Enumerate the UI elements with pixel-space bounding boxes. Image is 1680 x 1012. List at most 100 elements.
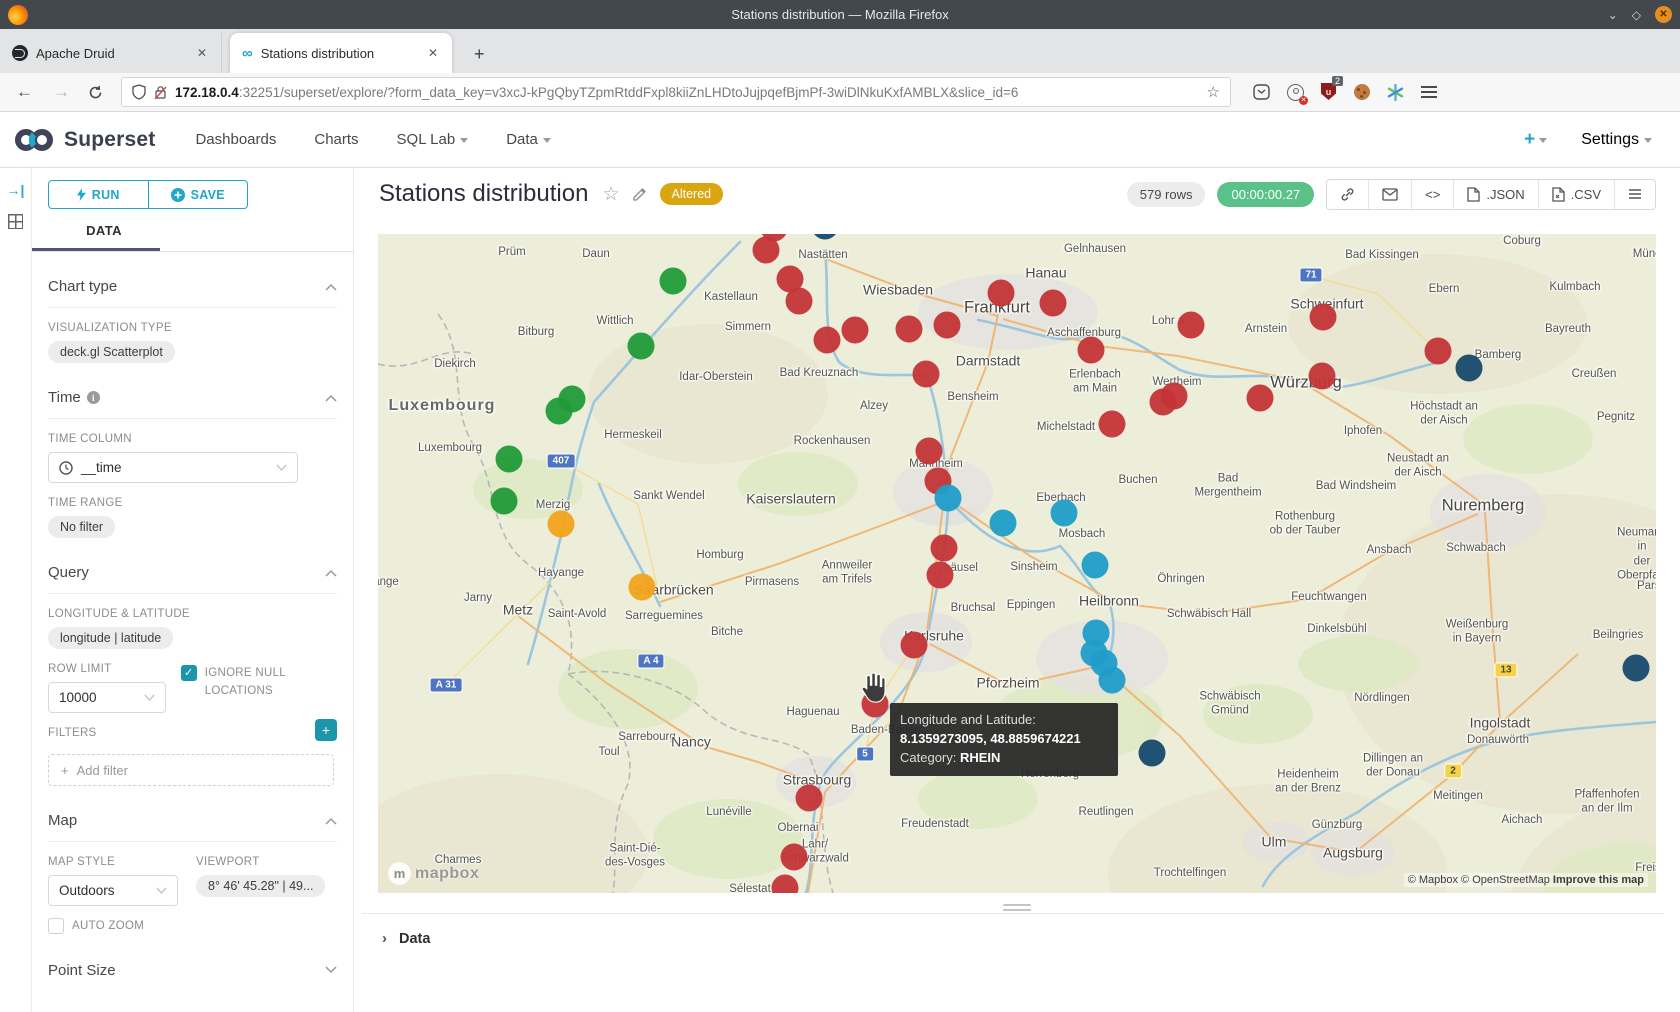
station-point[interactable] [1178,312,1205,339]
add-filter-box[interactable]: + Add filter [48,754,334,786]
bookmark-star-icon[interactable]: ☆ [1207,83,1220,101]
tracking-shield-icon[interactable] [132,84,146,100]
url-text[interactable]: 172.18.0.4:32251/superset/explore/?form_… [175,85,1199,100]
data-panel-toggle[interactable]: › Data [382,930,430,947]
viz-type-value[interactable]: deck.gl Scatterplot [48,341,175,363]
adblock-shield-icon[interactable]: u2 [1321,83,1337,101]
nav-charts[interactable]: Charts [314,131,358,148]
pocket-icon[interactable] [1253,84,1270,100]
nav-sql-lab[interactable]: SQL Lab [397,131,469,148]
station-point[interactable] [1623,655,1650,682]
section-title[interactable]: Time [48,389,81,406]
collapse-panel-icon[interactable]: →| [7,182,25,198]
window-minimize-icon[interactable]: ⌄ [1608,9,1618,21]
time-range-value[interactable]: No filter [48,516,115,538]
station-point[interactable] [916,438,943,465]
url-bar[interactable]: 172.18.0.4:32251/superset/explore/?form_… [121,77,1231,107]
chevron-up-icon[interactable] [325,394,337,402]
station-point[interactable] [1309,363,1336,390]
chevron-down-icon[interactable] [325,966,337,974]
station-point[interactable] [1247,385,1274,412]
station-point[interactable] [934,312,961,339]
add-filter-plus-button[interactable]: + [315,719,337,741]
password-manager-icon[interactable] [1287,84,1304,101]
station-point[interactable] [990,510,1017,537]
station-point[interactable] [1040,290,1067,317]
new-tab-button[interactable]: + [466,44,493,73]
embed-code-button[interactable]: <> [1411,180,1453,209]
station-point[interactable] [753,237,780,264]
chart-menu-button[interactable] [1614,180,1655,209]
station-point[interactable] [913,361,940,388]
section-title[interactable]: Point Size [48,962,116,979]
station-point[interactable] [988,280,1015,307]
station-point[interactable] [546,398,573,425]
station-point[interactable] [814,327,841,354]
station-point[interactable] [1099,411,1126,438]
station-point[interactable] [1456,355,1483,382]
tab-close-icon[interactable]: ✕ [424,44,442,62]
station-point[interactable] [628,333,655,360]
email-button[interactable] [1368,180,1411,209]
tab-close-icon[interactable]: ✕ [193,44,211,62]
station-point[interactable] [629,574,656,601]
auto-zoom-checkbox[interactable] [48,918,64,934]
station-point[interactable] [1310,304,1337,331]
chevron-up-icon[interactable] [325,283,337,291]
time-column-select[interactable]: __time [48,452,298,483]
reload-button[interactable] [88,85,103,100]
station-point[interactable] [896,316,923,343]
station-point[interactable] [931,535,958,562]
lonlat-value[interactable]: longitude | latitude [48,627,173,649]
station-point[interactable] [1150,389,1177,416]
section-title[interactable]: Chart type [48,278,117,295]
window-maximize-icon[interactable]: ◇ [1632,9,1641,21]
station-point[interactable] [901,632,928,659]
back-button[interactable]: ← [16,82,33,102]
nav-dashboards[interactable]: Dashboards [195,131,276,148]
nav-data[interactable]: Data [506,131,551,148]
station-point[interactable] [496,446,523,473]
cookie-extension-icon[interactable] [1354,84,1370,100]
station-point[interactable] [781,844,808,871]
window-close-icon[interactable]: ✕ [1655,6,1672,23]
settings-menu[interactable]: Settings [1581,131,1652,149]
save-button[interactable]: SAVE [149,181,248,208]
run-button[interactable]: RUN [49,181,149,208]
improve-map-link[interactable]: Improve this map [1553,874,1644,886]
map-canvas[interactable]: PrümDaunNastättenGelnhausenHanauBad Kiss… [378,234,1656,893]
station-point[interactable] [1051,500,1078,527]
station-point[interactable] [548,511,575,538]
station-point[interactable] [660,268,687,295]
new-chart-button[interactable]: + [1524,129,1547,151]
superset-brand[interactable]: Superset [12,126,155,154]
export-json-button[interactable]: .JSON [1453,180,1537,209]
station-point[interactable] [1139,740,1166,767]
share-link-button[interactable] [1327,180,1368,209]
map-style-select[interactable]: Outdoors [48,875,178,906]
station-point[interactable] [1078,337,1105,364]
mapbox-logo[interactable]: m mapbox [388,862,479,885]
section-title[interactable]: Map [48,812,77,829]
export-csv-button[interactable]: .CSV [1538,180,1614,209]
station-point[interactable] [1425,338,1452,365]
tab-stations-distribution[interactable]: ∞ Stations distribution ✕ [230,33,452,73]
station-point[interactable] [935,485,962,512]
insecure-lock-icon[interactable] [154,85,167,100]
panel-resize-handle[interactable] [1003,904,1031,911]
section-title[interactable]: Query [48,564,89,581]
extension-asterisk-icon[interactable] [1387,84,1404,101]
station-point[interactable] [842,317,869,344]
station-point[interactable] [1082,552,1109,579]
station-point[interactable] [786,288,813,315]
station-point[interactable] [491,488,518,515]
datasource-grid-icon[interactable] [8,214,23,229]
forward-button[interactable]: → [53,82,70,102]
chevron-up-icon[interactable] [325,817,337,825]
tab-apache-druid[interactable]: Apache Druid ✕ [0,33,222,73]
edit-properties-icon[interactable] [632,186,648,202]
station-point[interactable] [796,785,823,812]
map-attribution[interactable]: © Mapbox © OpenStreetMap Improve this ma… [1404,873,1648,887]
chevron-up-icon[interactable] [325,569,337,577]
favorite-star-icon[interactable]: ☆ [602,183,619,206]
